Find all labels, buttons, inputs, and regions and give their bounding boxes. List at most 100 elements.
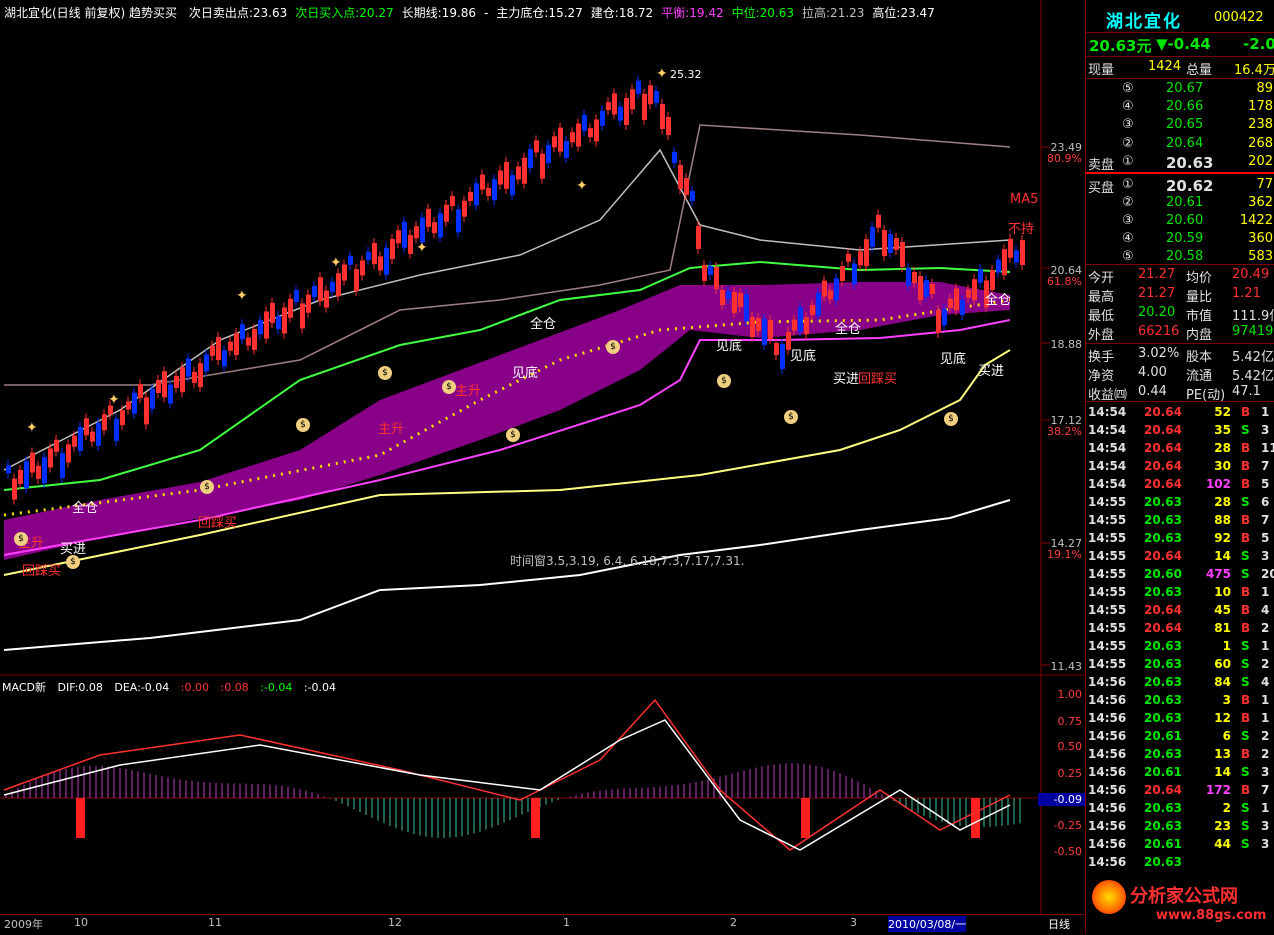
tick-price: 20.61	[1144, 765, 1182, 779]
tick-direction: S	[1241, 675, 1250, 689]
tick-row[interactable]: 14:55 20.63 10 B 1	[1086, 583, 1274, 601]
sell-level-row[interactable]: ② 20.64 268	[1086, 135, 1274, 153]
tick-row[interactable]: 14:55 20.64 81 B 2	[1086, 619, 1274, 637]
tick-price: 20.61	[1144, 729, 1182, 743]
stock-title-row: 湖北宜化 000422	[1086, 6, 1274, 32]
signal-label: 回踩买	[858, 372, 898, 387]
candle-body	[840, 266, 845, 281]
tick-row[interactable]: 14:55 20.63 28 S 6	[1086, 493, 1274, 511]
tick-row[interactable]: 14:55 20.63 92 B 5	[1086, 529, 1274, 547]
candle-body	[744, 294, 749, 321]
tick-row[interactable]: 14:56 20.64 172 B 7	[1086, 781, 1274, 799]
tick-count: 1	[1261, 693, 1270, 707]
pct-tick: 61.8%	[1047, 275, 1082, 288]
buy-level-row[interactable]: ④ 20.59 360	[1086, 230, 1274, 248]
kline-chart-svg[interactable]	[0, 0, 1085, 934]
stat-value: 3.02%	[1138, 346, 1180, 361]
macd-axis-label: -0.09	[1038, 793, 1085, 806]
period-label[interactable]: 日线	[1048, 916, 1070, 932]
tick-direction: B	[1241, 747, 1251, 761]
tick-row[interactable]: 14:56 20.63 3 B 1	[1086, 691, 1274, 709]
sell-level-row[interactable]: ⑤ 20.67 89	[1086, 80, 1274, 98]
candle-body	[180, 367, 185, 393]
candle-body	[372, 243, 377, 265]
money-bag-icon: $	[784, 410, 798, 424]
candle-body	[60, 453, 65, 479]
tick-row[interactable]: 14:54 20.64 30 B 7	[1086, 457, 1274, 475]
runner-icon: ✦	[26, 420, 38, 436]
tick-volume: 2	[1222, 801, 1231, 815]
tick-time: 14:55	[1088, 585, 1127, 599]
level-volume: 360	[1248, 231, 1273, 246]
candle-body	[204, 354, 209, 372]
tick-volume: 52	[1214, 405, 1231, 419]
candle-body	[18, 469, 23, 484]
tick-row[interactable]: 14:54 20.64 52 B 1	[1086, 403, 1274, 421]
tick-volume: 23	[1214, 819, 1231, 833]
header-item: 中位:20.63	[731, 6, 795, 20]
tick-row[interactable]: 14:55 20.64 45 B 4	[1086, 601, 1274, 619]
candle-body	[516, 166, 521, 180]
candle-body	[936, 310, 941, 333]
candle-body	[948, 298, 953, 308]
tick-volume: 102	[1205, 477, 1231, 491]
candle-body	[828, 290, 833, 300]
tick-row[interactable]: 14:55 20.60 475 S 20	[1086, 565, 1274, 583]
tick-count: 3	[1261, 549, 1270, 563]
candle-body	[72, 435, 77, 447]
tick-direction: S	[1241, 801, 1250, 815]
tick-row[interactable]: 14:56 20.61 44 S 3	[1086, 835, 1274, 853]
tick-row[interactable]: 14:56 20.63 84 S 4	[1086, 673, 1274, 691]
tick-time: 14:56	[1088, 675, 1127, 689]
sell-level-row[interactable]: ③ 20.65 238	[1086, 116, 1274, 134]
candle-body	[660, 104, 665, 129]
sell-level-row[interactable]: ① 20.63 202 卖盘	[1086, 153, 1274, 173]
tick-price: 20.63	[1144, 513, 1182, 527]
tick-row[interactable]: 14:56 20.61 6 S 2	[1086, 727, 1274, 745]
candle-body	[486, 187, 491, 196]
tick-row[interactable]: 14:56 20.63 2 S 1	[1086, 799, 1274, 817]
candle-body	[600, 110, 605, 126]
pct-tick: 38.2%	[1047, 425, 1082, 438]
candle-body	[450, 196, 455, 207]
tick-price: 20.63	[1144, 495, 1182, 509]
tick-row[interactable]: 14:56 20.63 13 B 2	[1086, 745, 1274, 763]
macd-axis-label: -0.50	[1053, 845, 1082, 858]
tick-volume: 172	[1205, 783, 1231, 797]
tick-row[interactable]: 14:55 20.63 1 S 1	[1086, 637, 1274, 655]
tick-volume: 84	[1214, 675, 1231, 689]
level-volume: 362	[1248, 195, 1273, 210]
tick-direction: S	[1241, 423, 1250, 437]
buy-level-row[interactable]: ③ 20.60 1422	[1086, 212, 1274, 230]
money-bag-icon: $	[606, 340, 620, 354]
tick-row[interactable]: 14:56 20.61 14 S 3	[1086, 763, 1274, 781]
tick-row[interactable]: 14:54 20.64 28 B 11	[1086, 439, 1274, 457]
tick-row[interactable]: 14:56 20.63 12 B 1	[1086, 709, 1274, 727]
money-bag-icon: $	[442, 380, 456, 394]
kline-chart-area[interactable]: 湖北宜化(日线 前复权) 趋势买买 次日卖出点:23.63 次日买入点:20.27…	[0, 0, 1085, 934]
tick-row[interactable]: 14:55 20.63 88 B 7	[1086, 511, 1274, 529]
tick-row[interactable]: 14:54 20.64 102 B 5	[1086, 475, 1274, 493]
signal-label: MA5	[1010, 192, 1039, 207]
candle-body	[540, 153, 545, 179]
tick-row[interactable]: 14:55 20.64 14 S 3	[1086, 547, 1274, 565]
tick-count: 1	[1261, 585, 1270, 599]
tick-row[interactable]: 14:54 20.64 35 S 3	[1086, 421, 1274, 439]
level-volume: 202	[1248, 153, 1273, 169]
buy-level-row[interactable]: ① 20.62 77 买盘	[1086, 176, 1274, 196]
sell-level-row[interactable]: ④ 20.66 178	[1086, 98, 1274, 116]
header-item: 长期线:19.86	[401, 6, 477, 20]
watermark-url: www.88gs.com	[1156, 908, 1267, 923]
stock-name: 湖北宜化	[1106, 12, 1182, 32]
macd-dea-line	[3, 719, 1011, 851]
candle-body	[330, 281, 335, 292]
tick-volume: 92	[1214, 531, 1231, 545]
tick-row[interactable]: 14:56 20.63 23 S 3	[1086, 817, 1274, 835]
tick-count: 7	[1261, 513, 1270, 527]
time-axis-label: 2	[730, 916, 737, 929]
stat-value: 1.21	[1232, 286, 1261, 301]
buy-level-row[interactable]: ② 20.61 362	[1086, 194, 1274, 212]
tick-row[interactable]: 14:56 20.63	[1086, 853, 1274, 871]
candle-body	[90, 431, 95, 442]
tick-row[interactable]: 14:55 20.63 60 S 2	[1086, 655, 1274, 673]
